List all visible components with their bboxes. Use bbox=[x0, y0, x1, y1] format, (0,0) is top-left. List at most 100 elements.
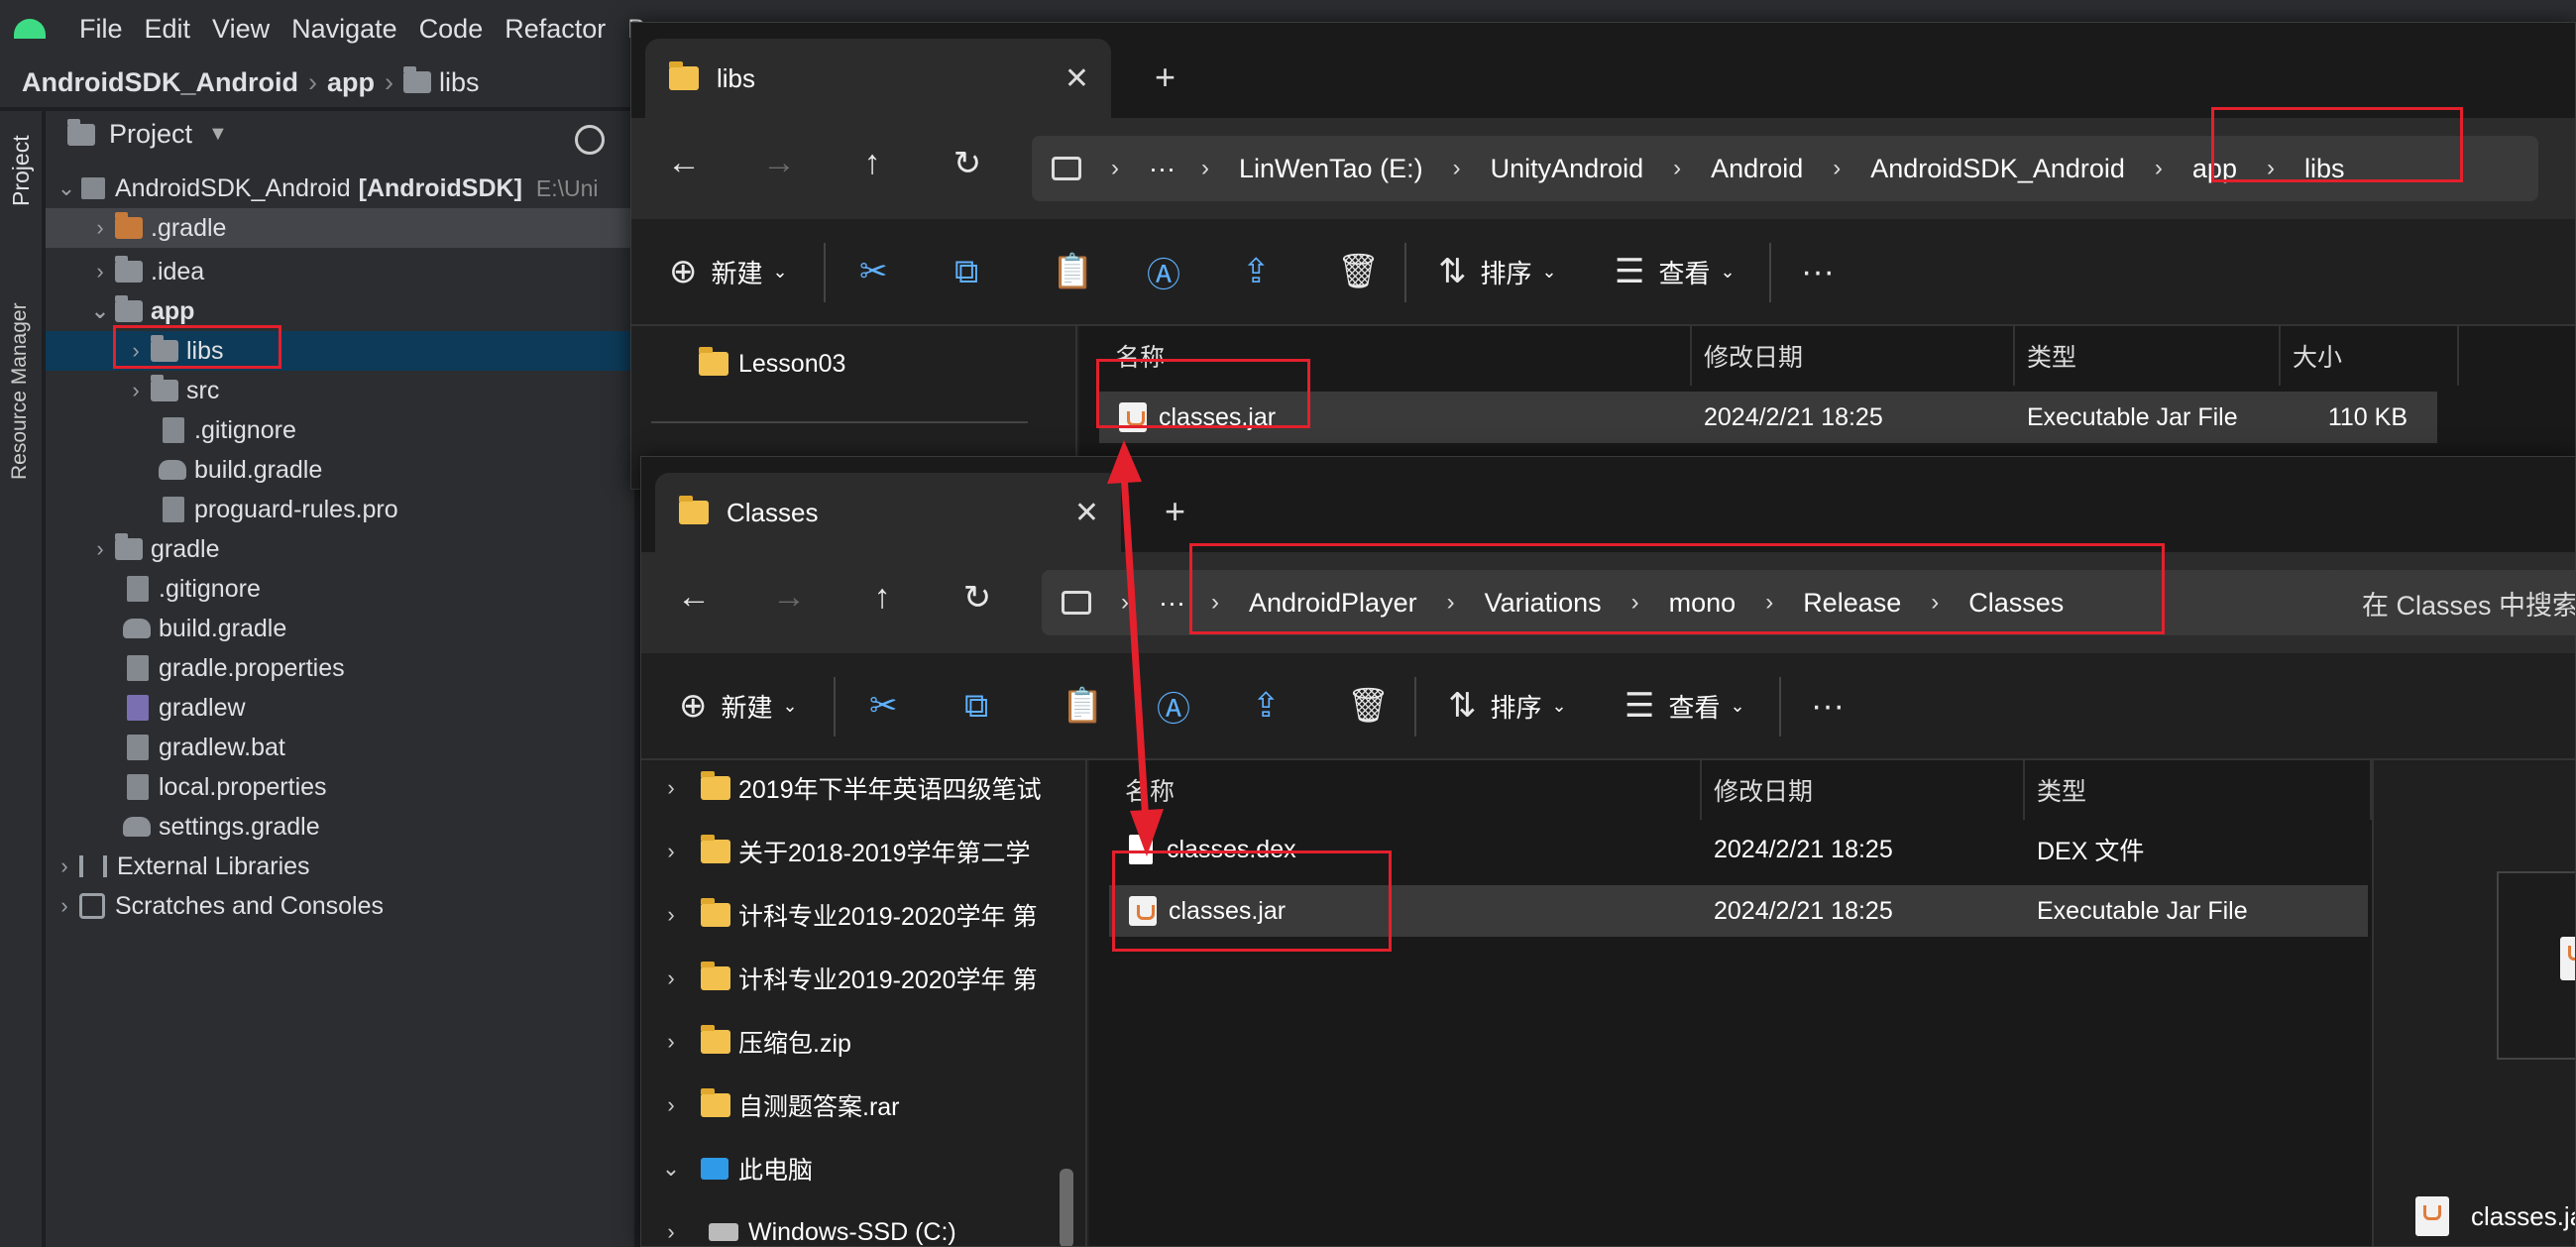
folder-icon bbox=[701, 771, 730, 800]
tree-item-external-libraries[interactable]: › External Libraries bbox=[50, 847, 309, 886]
view-button[interactable]: ☰ 查看 ⌄ bbox=[1624, 683, 1745, 729]
sort-icon: ⇅ bbox=[1448, 687, 1477, 725]
menu-edit[interactable]: Edit bbox=[145, 14, 191, 45]
crumb-androidsdk[interactable]: AndroidSDK_Android bbox=[1870, 154, 2125, 184]
nav-item-this-pc[interactable]: ⌄ 此电脑 bbox=[641, 1141, 813, 1196]
share-button[interactable]: ⇪ bbox=[1242, 249, 1271, 294]
back-arrow-icon[interactable]: ← bbox=[659, 144, 709, 182]
nav-item[interactable]: › 计科专业2019-2020学年 第 bbox=[641, 887, 1038, 943]
nav-item[interactable]: › 关于2018-2019学年第二学 bbox=[641, 824, 1031, 879]
more-button[interactable]: ··· bbox=[1801, 249, 1835, 294]
tree-item-src[interactable]: › src bbox=[121, 371, 219, 410]
menu-view[interactable]: View bbox=[212, 14, 270, 45]
search-input[interactable]: 在 Classes 中搜索 bbox=[2334, 570, 2575, 635]
copy-button[interactable]: ⧉ bbox=[964, 683, 988, 729]
project-panel: Project ▼ ⌄ AndroidSDK_Android [AndroidS… bbox=[46, 111, 634, 1247]
delete-button[interactable]: 🗑 bbox=[1347, 683, 1390, 729]
paste-button[interactable]: 📋 bbox=[1052, 249, 1093, 294]
sort-button[interactable]: ⇅ 排序 ⌄ bbox=[1448, 683, 1567, 729]
view-button[interactable]: ☰ 查看 ⌄ bbox=[1615, 249, 1736, 294]
column-date[interactable]: 修改日期 bbox=[1702, 760, 2025, 820]
explorer-window-libs: libs ✕ + ← → ↑ ↻ › ··· › LinWenTao (E:) › U… bbox=[630, 22, 2576, 490]
tree-item-settings-gradle[interactable]: settings.gradle bbox=[123, 807, 320, 847]
tree-item-gradle[interactable]: › gradle bbox=[85, 529, 220, 569]
crumb-unityandroid[interactable]: UnityAndroid bbox=[1491, 154, 1644, 184]
chevron-down-icon[interactable]: ▼ bbox=[208, 123, 228, 146]
nav-item[interactable]: › 2019年下半年英语四级笔试 bbox=[641, 760, 1042, 816]
cut-button[interactable]: ✂ bbox=[859, 249, 888, 294]
archive-icon bbox=[701, 1088, 730, 1117]
command-bar: ⊕ 新建 ⌄ ✂ ⧉ 📋 Ⓐ ⇪ 🗑 ⇅ 排序 ⌄ ☰ 查看 ⌄ ··· bbox=[641, 653, 2575, 760]
column-type[interactable]: 类型 bbox=[2015, 326, 2281, 386]
computer-icon bbox=[701, 1158, 728, 1180]
tree-item-proguard[interactable]: proguard-rules.pro bbox=[163, 490, 398, 529]
up-arrow-icon[interactable]: ↑ bbox=[847, 144, 897, 182]
plus-icon[interactable]: + bbox=[1155, 57, 1176, 98]
close-icon[interactable]: ✕ bbox=[1064, 61, 1089, 96]
nav-item-drive-c[interactable]: › Windows-SSD (C:) bbox=[641, 1204, 955, 1246]
crumb-drive[interactable]: LinWenTao (E:) bbox=[1239, 154, 1423, 184]
refresh-icon[interactable]: ↻ bbox=[943, 144, 992, 183]
column-date[interactable]: 修改日期 bbox=[1692, 326, 2015, 386]
column-name[interactable]: 名称 bbox=[1089, 760, 1702, 820]
nav-item[interactable]: › 压缩包.zip bbox=[641, 1014, 851, 1070]
close-icon[interactable]: ✕ bbox=[1074, 496, 1099, 530]
cut-icon: ✂ bbox=[869, 687, 898, 725]
rename-icon: Ⓐ bbox=[1157, 690, 1190, 729]
tree-item-idea[interactable]: › .idea bbox=[85, 252, 204, 291]
tree-item-gitignore-app[interactable]: .gitignore bbox=[163, 410, 296, 450]
share-button[interactable]: ⇪ bbox=[1252, 683, 1281, 729]
tree-item-gitignore-root[interactable]: .gitignore bbox=[127, 569, 261, 609]
column-size[interactable]: 大小 bbox=[2281, 326, 2459, 386]
back-arrow-icon[interactable]: ← bbox=[669, 578, 719, 617]
cut-button[interactable]: ✂ bbox=[869, 683, 898, 729]
side-tab-resource-manager[interactable]: Resource Manager bbox=[8, 302, 32, 480]
menu-navigate[interactable]: Navigate bbox=[291, 14, 397, 45]
copy-button[interactable]: ⧉ bbox=[954, 249, 978, 294]
delete-button[interactable]: 🗑 bbox=[1337, 249, 1380, 294]
new-button[interactable]: ⊕ 新建 ⌄ bbox=[679, 683, 798, 729]
folder-icon bbox=[67, 118, 95, 146]
more-button[interactable]: ··· bbox=[1811, 683, 1845, 729]
refresh-icon[interactable]: ↻ bbox=[952, 578, 1002, 618]
scrollbar[interactable] bbox=[1060, 1169, 1073, 1246]
up-arrow-icon[interactable]: ↑ bbox=[857, 578, 907, 617]
menu-refactor[interactable]: Refactor bbox=[504, 14, 606, 45]
tab-libs[interactable]: libs ✕ bbox=[645, 39, 1111, 118]
tree-item-local-properties[interactable]: local.properties bbox=[127, 767, 327, 807]
nav-item[interactable]: › 计科专业2019-2020学年 第 bbox=[641, 951, 1038, 1006]
folder-icon bbox=[115, 295, 143, 322]
sort-button[interactable]: ⇅ 排序 ⌄ bbox=[1438, 249, 1557, 294]
nav-item[interactable]: › 自测题答案.rar bbox=[641, 1077, 900, 1133]
forward-arrow-icon[interactable]: → bbox=[764, 578, 814, 617]
tab-classes[interactable]: Classes ✕ bbox=[655, 473, 1121, 552]
delete-icon: 🗑 bbox=[1337, 253, 1381, 290]
tree-item-build-gradle-app[interactable]: build.gradle bbox=[159, 450, 322, 490]
plus-icon[interactable]: + bbox=[1165, 491, 1185, 532]
tree-root[interactable]: ⌄ AndroidSDK_Android [AndroidSDK] E:\Uni bbox=[52, 169, 599, 208]
new-button[interactable]: ⊕ 新建 ⌄ bbox=[669, 249, 788, 294]
locate-icon[interactable] bbox=[575, 125, 605, 155]
side-tab-project[interactable]: Project bbox=[8, 135, 35, 206]
project-view-selector[interactable]: Project bbox=[109, 119, 192, 150]
tree-item-build-gradle-root[interactable]: build.gradle bbox=[123, 609, 286, 648]
paste-button[interactable]: 📋 bbox=[1062, 683, 1103, 729]
breadcrumb-project[interactable]: AndroidSDK_Android bbox=[22, 67, 298, 98]
folder-icon bbox=[115, 256, 143, 283]
rename-button[interactable]: Ⓐ bbox=[1147, 249, 1180, 294]
breadcrumb-libs[interactable]: libs bbox=[439, 67, 480, 98]
tree-item-gradlew-bat[interactable]: gradlew.bat bbox=[127, 728, 285, 767]
column-type[interactable]: 类型 bbox=[2025, 760, 2372, 820]
tree-item-gradlew[interactable]: gradlew bbox=[127, 688, 246, 728]
tree-item-gradle-dir[interactable]: › .gradle bbox=[46, 208, 634, 248]
tool-window-strip: Project Resource Manager bbox=[0, 111, 44, 1247]
crumb-android[interactable]: Android bbox=[1711, 154, 1803, 184]
tree-item-scratches[interactable]: › Scratches and Consoles bbox=[50, 886, 384, 926]
breadcrumb-app[interactable]: app bbox=[327, 67, 375, 98]
menu-file[interactable]: File bbox=[79, 14, 123, 45]
rename-button[interactable]: Ⓐ bbox=[1157, 683, 1190, 729]
tree-item-gradle-properties[interactable]: gradle.properties bbox=[127, 648, 345, 688]
nav-item-lesson03[interactable]: Lesson03 bbox=[699, 336, 845, 392]
menu-code[interactable]: Code bbox=[419, 14, 484, 45]
forward-arrow-icon[interactable]: → bbox=[754, 144, 804, 182]
